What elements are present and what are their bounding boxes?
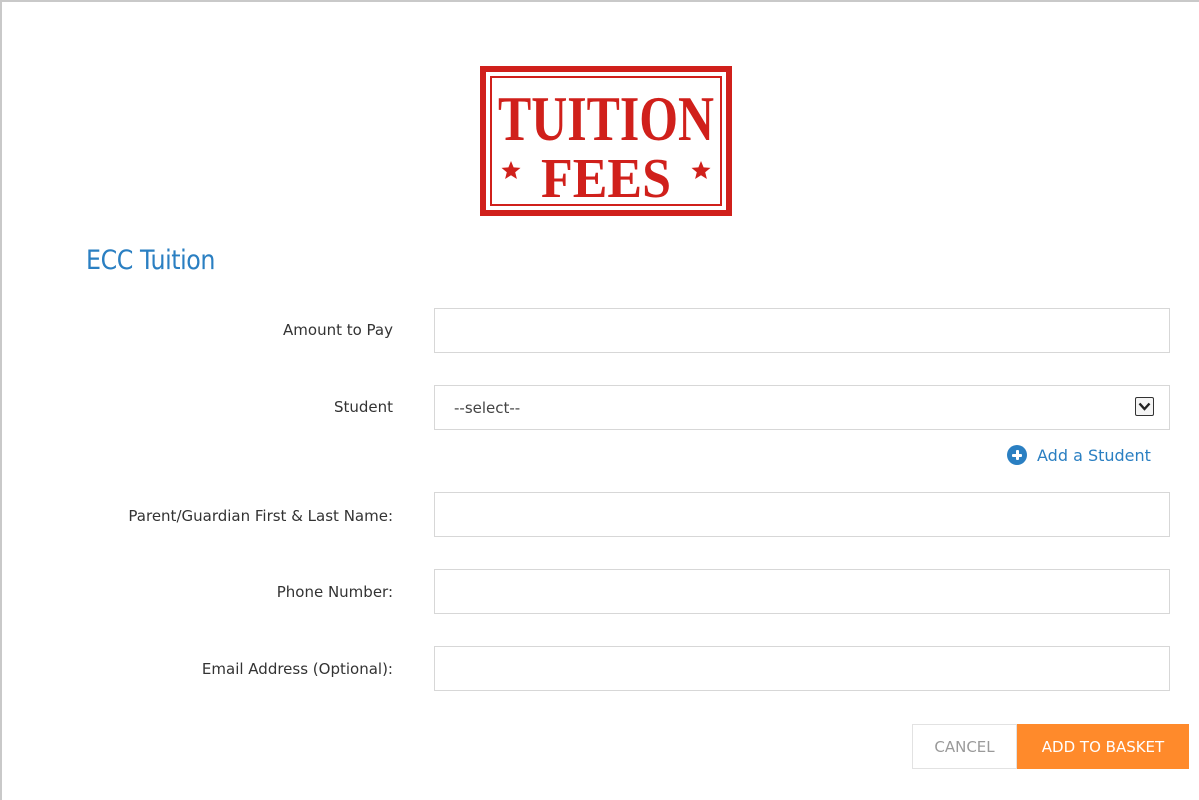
star-right-icon — [691, 161, 711, 179]
logo-line2: FEES — [541, 148, 671, 210]
add-student-label[interactable]: Add a Student — [1037, 446, 1151, 465]
amount-label: Amount to Pay — [283, 321, 393, 339]
amount-input[interactable] — [434, 308, 1170, 353]
email-input[interactable] — [434, 646, 1170, 691]
cancel-button[interactable]: CANCEL — [912, 724, 1017, 769]
add-to-basket-button[interactable]: ADD TO BASKET — [1017, 724, 1189, 769]
student-select-value: --select-- — [454, 399, 521, 417]
tuition-fees-logo: TUITION FEES — [480, 66, 732, 216]
plus-circle-icon[interactable] — [1007, 445, 1027, 465]
email-label: Email Address (Optional): — [201, 660, 393, 678]
phone-input[interactable] — [434, 569, 1170, 614]
add-student-link[interactable]: Add a Student — [1007, 445, 1151, 465]
logo-line1: TUITION — [498, 83, 714, 154]
phone-label: Phone Number: — [276, 583, 393, 601]
student-select[interactable]: --select-- — [434, 385, 1170, 430]
chevron-down-icon[interactable] — [1135, 397, 1154, 416]
parent-name-input[interactable] — [434, 492, 1170, 537]
student-label: Student — [333, 398, 393, 416]
form-title: ECC Tuition — [86, 245, 215, 276]
star-left-icon — [501, 161, 521, 179]
parent-name-label: Parent/Guardian First & Last Name: — [128, 507, 393, 525]
page: TUITION FEES ECC Tuition Amount to Pay S… — [0, 0, 1199, 800]
